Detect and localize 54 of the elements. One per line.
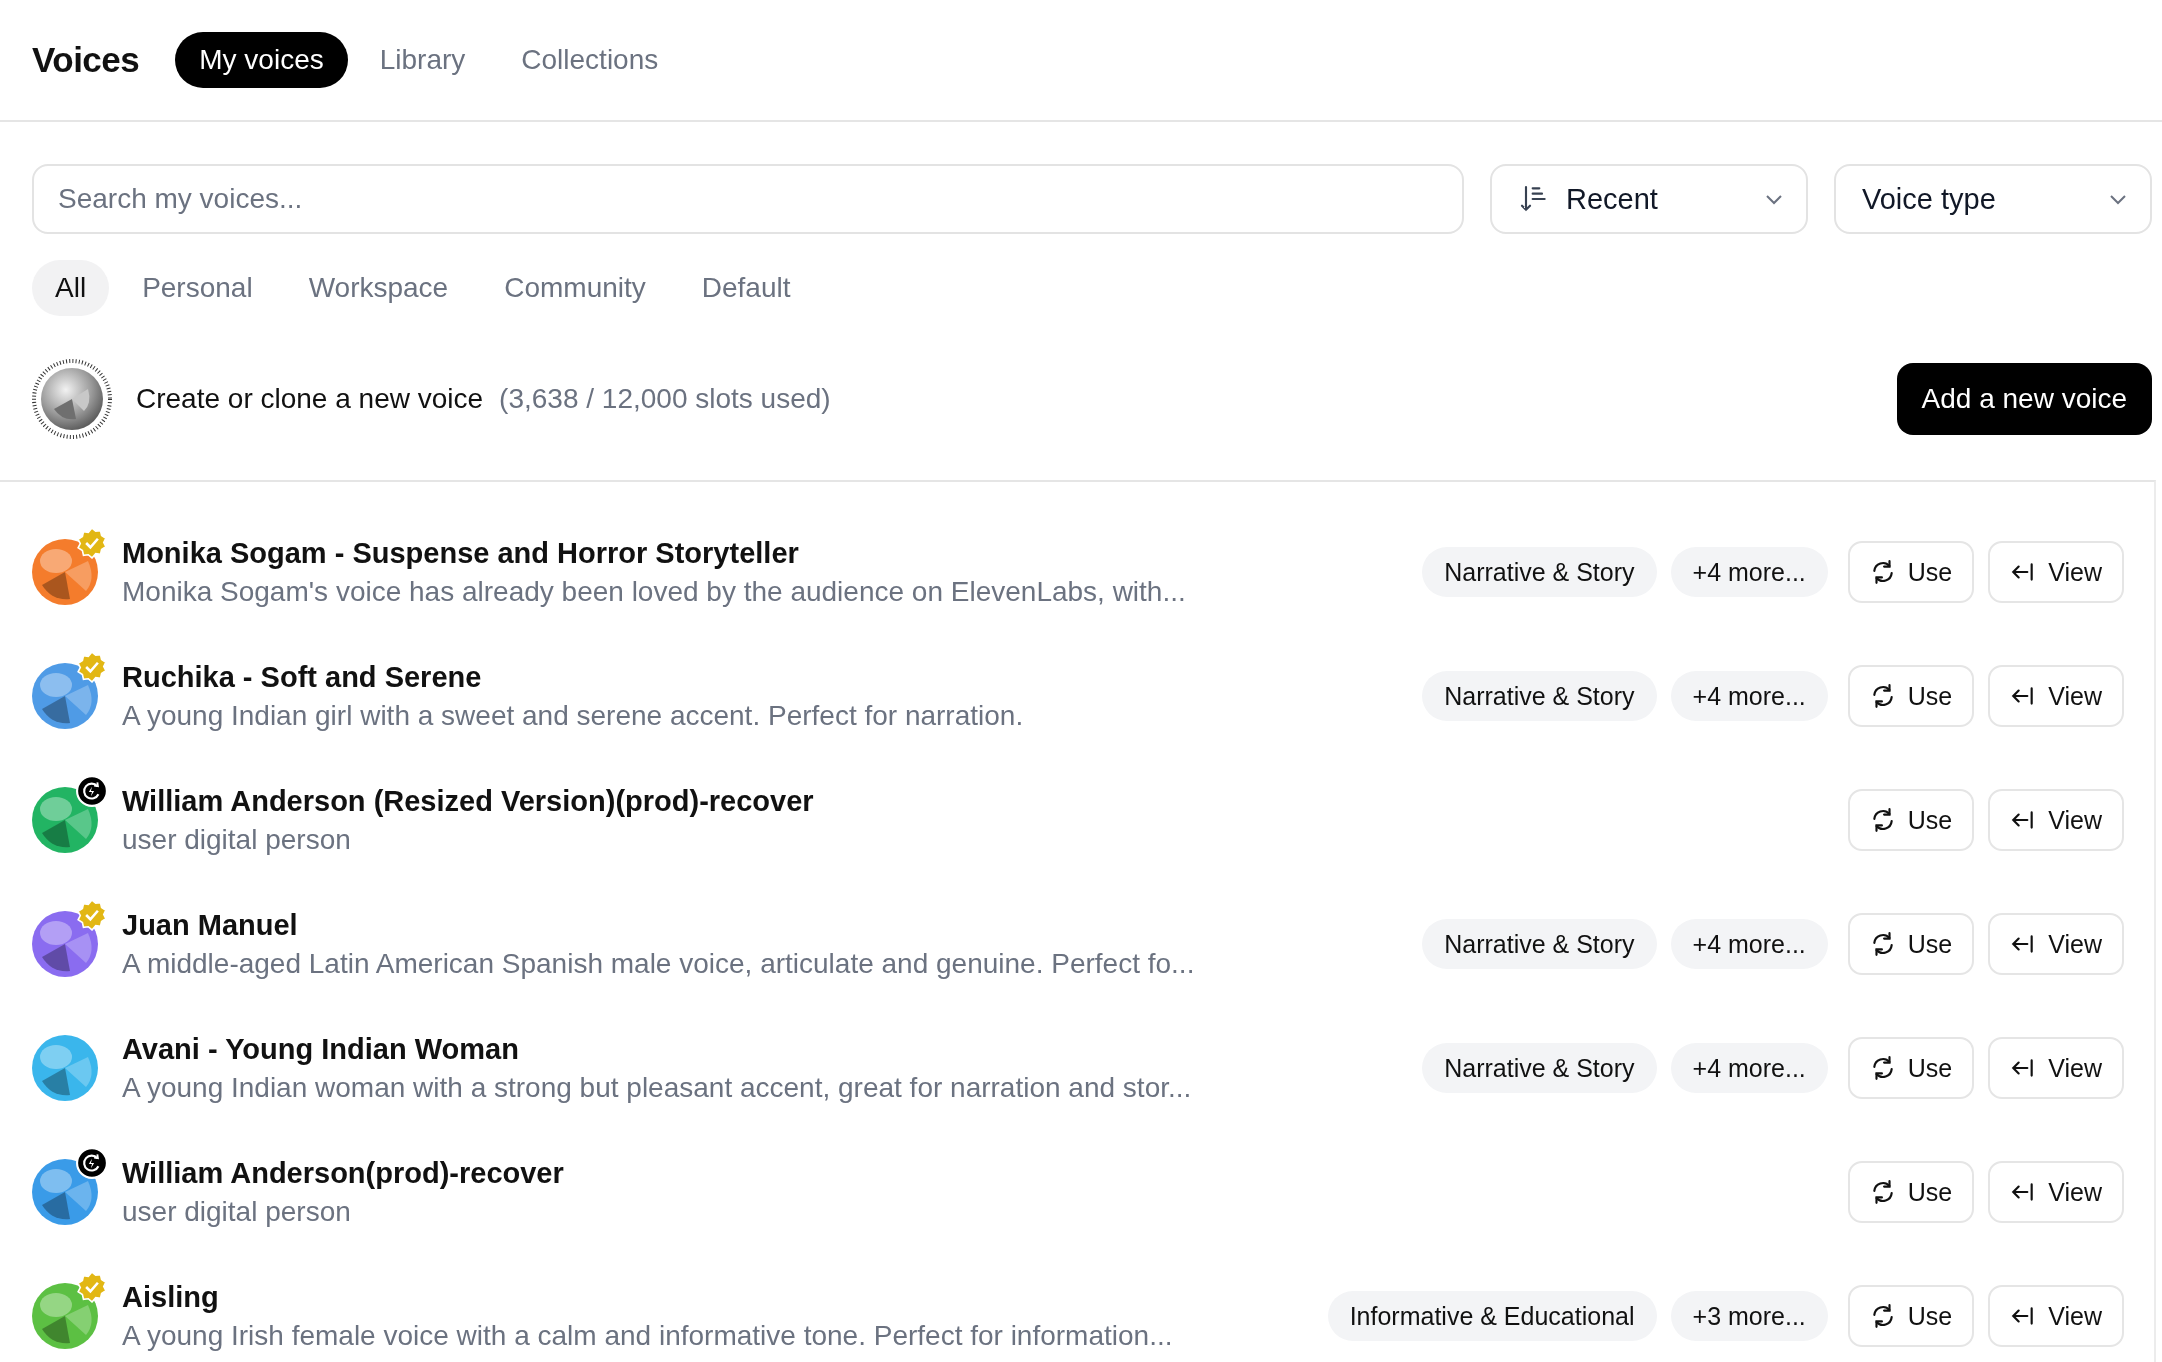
voice-type-dropdown[interactable]: Voice type: [1834, 164, 2152, 234]
view-button[interactable]: View: [1988, 789, 2124, 851]
category-tag: +4 more...: [1670, 671, 1828, 721]
view-button[interactable]: View: [1988, 665, 2124, 727]
voice-description: A young Irish female voice with a calm and informative tone. Perfect for information...: [122, 1319, 1173, 1352]
view-button[interactable]: View: [1988, 913, 2124, 975]
slots-count: (3,638 / 12,000 slots used): [499, 383, 831, 415]
category-tag: +3 more...: [1670, 1291, 1828, 1341]
voice-name: Ruchika - Soft and Serene: [122, 660, 482, 694]
use-button[interactable]: Use: [1847, 541, 1975, 603]
filter-tab[interactable]: All: [32, 260, 110, 316]
search-field[interactable]: Search my voices...: [32, 164, 1464, 234]
voice-name: Aisling: [122, 1280, 219, 1314]
create-label: Create or clone a new voice: [136, 383, 484, 415]
filter-tab[interactable]: Default: [678, 260, 814, 316]
filter-tab[interactable]: Workspace: [285, 260, 472, 316]
category-tag: +4 more...: [1670, 919, 1828, 969]
view-button[interactable]: View: [1988, 1285, 2124, 1347]
view-button[interactable]: View: [1988, 541, 2124, 603]
voice-orb-icon: [32, 359, 112, 439]
filter-tab[interactable]: Community: [481, 260, 669, 316]
category-tag: Narrative & Story: [1422, 671, 1657, 721]
category-tag: Informative & Educational: [1327, 1291, 1657, 1341]
voice-description: A middle-aged Latin American Spanish male voice, articulate and genuine. Perfect fo...: [122, 947, 1195, 980]
category-tag: Narrative & Story: [1422, 547, 1657, 597]
use-button[interactable]: Use: [1847, 665, 1975, 727]
nav-tab[interactable]: Library: [355, 32, 490, 88]
voice-name: William Anderson (Resized Version)(prod)-recover: [122, 784, 814, 818]
use-button[interactable]: Use: [1847, 1037, 1975, 1099]
category-tag: +4 more...: [1670, 547, 1828, 597]
add-voice-button[interactable]: Add a new voice: [1896, 363, 2152, 435]
use-button[interactable]: Use: [1847, 1285, 1975, 1347]
filter-tab[interactable]: Personal: [119, 260, 276, 316]
voice-name: Juan Manuel: [122, 908, 298, 942]
view-button[interactable]: View: [1988, 1161, 2124, 1223]
view-button[interactable]: View: [1988, 1037, 2124, 1099]
nav-tab[interactable]: Collections: [497, 32, 683, 88]
use-button[interactable]: Use: [1847, 1161, 1975, 1223]
voice-description: user digital person: [122, 1195, 351, 1228]
category-tag: Narrative & Story: [1422, 1043, 1657, 1093]
voice-name: William Anderson(prod)-recover: [122, 1156, 564, 1190]
category-tag: Narrative & Story: [1422, 919, 1657, 969]
voice-description: user digital person: [122, 823, 351, 856]
use-button[interactable]: Use: [1847, 913, 1975, 975]
category-tag: +4 more...: [1670, 1043, 1828, 1093]
voice-description: Monika Sogam's voice has already been loved by the audience on ElevenLabs, with...: [122, 575, 1186, 608]
page-title: Voices: [32, 40, 140, 80]
nav-tab[interactable]: My voices: [175, 32, 348, 88]
use-button[interactable]: Use: [1847, 789, 1975, 851]
voice-name: Monika Sogam - Suspense and Horror Storyteller: [122, 536, 799, 570]
voice-name: Avani - Young Indian Woman: [122, 1032, 519, 1066]
voice-description: A young Indian woman with a strong but pleasant accent, great for narration and stor...: [122, 1071, 1192, 1104]
voice-description: A young Indian girl with a sweet and serene accent. Perfect for narration.: [122, 699, 1024, 732]
sort-dropdown[interactable]: Recent: [1490, 164, 1808, 234]
